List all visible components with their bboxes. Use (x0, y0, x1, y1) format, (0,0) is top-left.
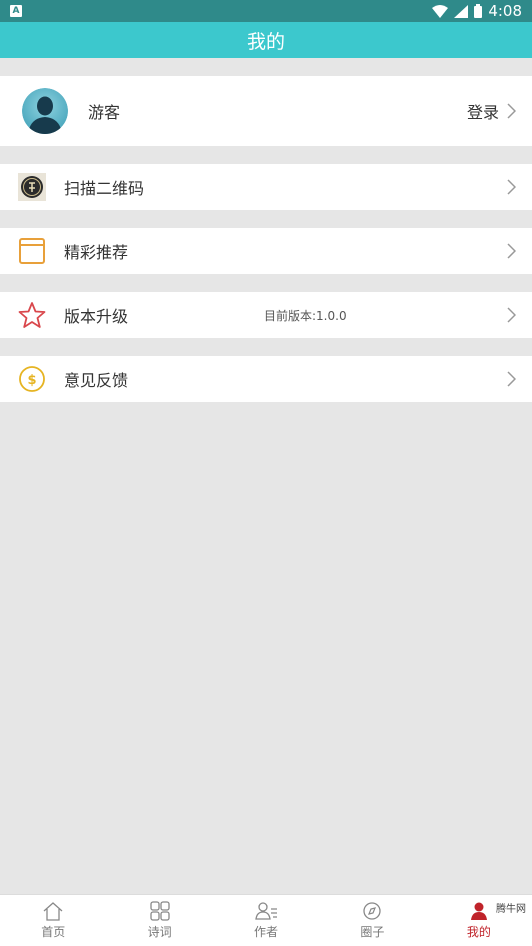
svg-text:$: $ (27, 373, 36, 388)
login-button[interactable]: 登录 (467, 99, 516, 123)
qr-scan-icon (18, 173, 46, 201)
profile-name: 游客 (88, 103, 121, 122)
page-title: 我的 (246, 30, 285, 53)
profile-row[interactable]: 游客 登录 (0, 76, 532, 146)
home-icon (43, 902, 63, 921)
wifi-icon (432, 4, 449, 18)
menu-item-label: 版本升级 (64, 307, 129, 326)
title-bar: 我的 (0, 22, 532, 58)
status-time: 4:08 (488, 2, 522, 20)
tab-circle[interactable]: 圈子 (319, 895, 425, 946)
avatar (22, 88, 68, 134)
tab-label: 诗词 (147, 925, 172, 939)
user-avatar-icon (22, 88, 68, 134)
tab-author[interactable]: 作者 (213, 895, 319, 946)
menu-item-version-upgrade[interactable]: 版本升级 目前版本:1.0.0 (0, 292, 532, 338)
grid-icon (149, 901, 170, 921)
battery-icon (474, 4, 483, 18)
menu-item-recommend[interactable]: 精彩推荐 (0, 228, 532, 274)
dollar-coin-icon: $ (18, 365, 46, 393)
tab-label: 圈子 (360, 925, 385, 939)
chevron-right-icon (507, 371, 516, 387)
chevron-right-icon (507, 179, 516, 195)
menu-item-label: 扫描二维码 (64, 179, 145, 198)
star-icon (18, 301, 46, 329)
tab-label: 我的 (466, 925, 491, 939)
signal-icon (454, 4, 469, 18)
status-bar: A 4:08 (0, 0, 532, 22)
version-text: 目前版本:1.0.0 (264, 308, 347, 323)
user-icon (470, 902, 487, 920)
menu-item-scan-qr[interactable]: 扫描二维码 (0, 164, 532, 210)
app-notification-icon: A (10, 5, 22, 17)
tab-label: 首页 (41, 925, 66, 939)
chevron-right-icon (507, 103, 516, 119)
tab-label: 作者 (254, 925, 279, 939)
tab-poetry[interactable]: 诗词 (106, 895, 212, 946)
chevron-right-icon (507, 307, 516, 323)
login-label: 登录 (466, 103, 499, 122)
chevron-right-icon (507, 243, 516, 259)
tab-home[interactable]: 首页 (0, 895, 106, 946)
user-list-icon (255, 902, 278, 920)
watermark: 腾牛网 (496, 904, 526, 915)
compass-icon (363, 902, 382, 920)
menu-item-feedback[interactable]: $ 意见反馈 (0, 356, 532, 402)
menu-item-label: 意见反馈 (64, 371, 129, 390)
window-icon (18, 237, 46, 265)
bottom-tab-bar: 首页 诗词 作者 圈子 我的 (0, 894, 532, 946)
menu-item-label: 精彩推荐 (64, 243, 129, 262)
